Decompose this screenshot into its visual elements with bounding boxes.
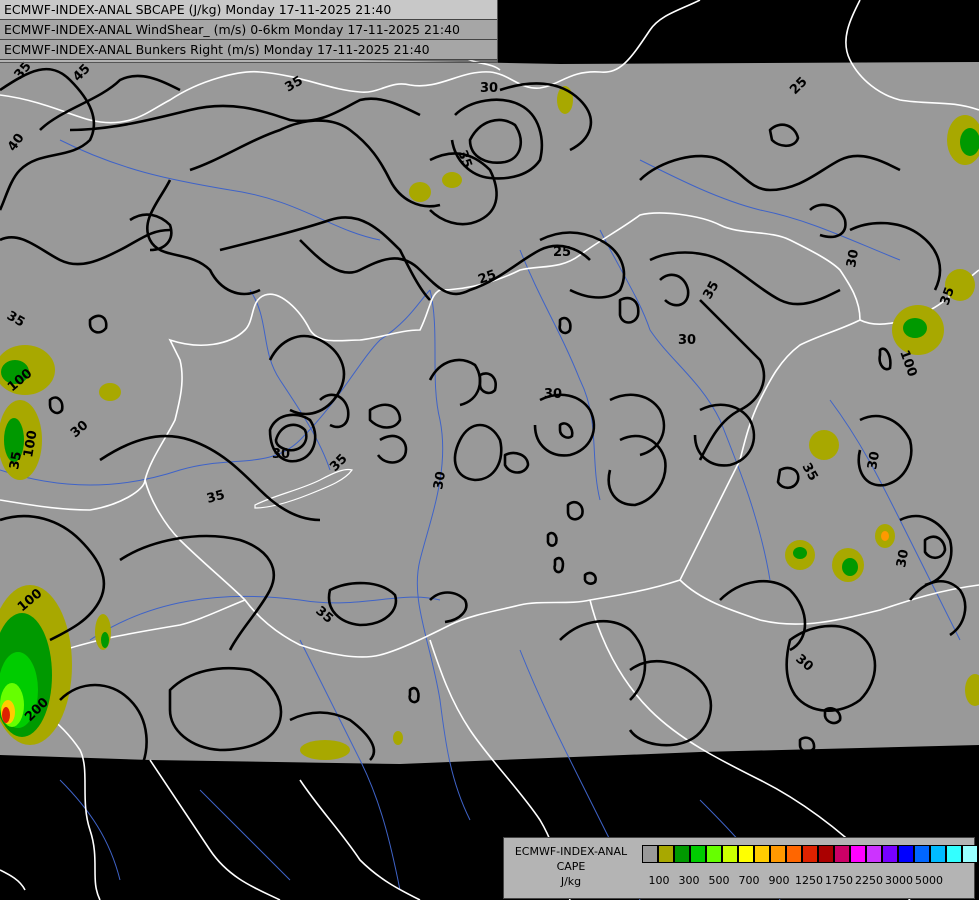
contour-label: 30 — [844, 248, 862, 268]
legend-color-box — [882, 845, 898, 863]
legend-color-box — [642, 845, 658, 863]
header-line-windshear: ECMWF-INDEX-ANAL WindShear_ (m/s) 0-6km … — [0, 20, 497, 40]
legend-tick-label: 700 — [738, 874, 760, 887]
map-header: ECMWF-INDEX-ANAL SBCAPE (J/kg) Monday 17… — [0, 0, 498, 63]
contour-label: 30 — [272, 447, 290, 462]
legend-tick-label: 300 — [678, 874, 700, 887]
weather-map: 35 45 40 35 30 25 35 25 35 25 30 35 30 3… — [0, 0, 979, 900]
legend-tick-label: 1250 — [795, 874, 823, 887]
legend-color-box — [898, 845, 914, 863]
contour-label: 30 — [678, 333, 696, 348]
legend-color-box — [770, 845, 786, 863]
legend-color-box — [914, 845, 930, 863]
legend-color-box — [706, 845, 722, 863]
legend-color-box — [690, 845, 706, 863]
legend-color-box — [818, 845, 834, 863]
legend-color-box — [802, 845, 818, 863]
contour-label: 30 — [894, 548, 912, 568]
legend-title: ECMWF-INDEX-ANAL CAPE J/kg — [506, 844, 636, 889]
header-line-sbcape: ECMWF-INDEX-ANAL SBCAPE (J/kg) Monday 17… — [0, 0, 497, 20]
contour-label: 30 — [480, 81, 498, 96]
contour-label: 25 — [553, 245, 571, 260]
legend-color-box — [738, 845, 754, 863]
legend-color-box — [658, 845, 674, 863]
contour-label: 30 — [865, 450, 883, 470]
legend-color-box — [930, 845, 946, 863]
legend-color-scale — [642, 845, 979, 863]
legend-title-line3: J/kg — [560, 875, 582, 888]
legend-tick-label: 2250 — [855, 874, 883, 887]
legend-color-box — [850, 845, 866, 863]
legend-color-box — [754, 845, 770, 863]
legend-color-box — [866, 845, 882, 863]
contour-label: 30 — [431, 470, 449, 490]
legend-color-box — [722, 845, 738, 863]
legend-color-box — [674, 845, 690, 863]
legend-tick-labels: 100 300 500 700 900 1250 1750 2250 3000 5000 — [642, 874, 972, 890]
legend-color-box — [834, 845, 850, 863]
legend-tick-label: 5000 — [915, 874, 943, 887]
legend-tick-label: 3000 — [885, 874, 913, 887]
legend-tick-label: 500 — [708, 874, 730, 887]
legend-tick-label: 100 — [648, 874, 670, 887]
legend-tick-label: 1750 — [825, 874, 853, 887]
cape-legend: ECMWF-INDEX-ANAL CAPE J/kg 100 300 500 700 9… — [503, 837, 979, 899]
legend-color-box — [946, 845, 962, 863]
legend-color-box — [962, 845, 978, 863]
legend-title-line1: ECMWF-INDEX-ANAL — [514, 845, 628, 858]
legend-tick-label: 900 — [768, 874, 790, 887]
legend-title-line2: CAPE — [556, 860, 586, 873]
header-line-bunkers: ECMWF-INDEX-ANAL Bunkers Right (m/s) Mon… — [0, 40, 497, 60]
contour-label: 30 — [544, 387, 562, 402]
legend-color-box — [786, 845, 802, 863]
